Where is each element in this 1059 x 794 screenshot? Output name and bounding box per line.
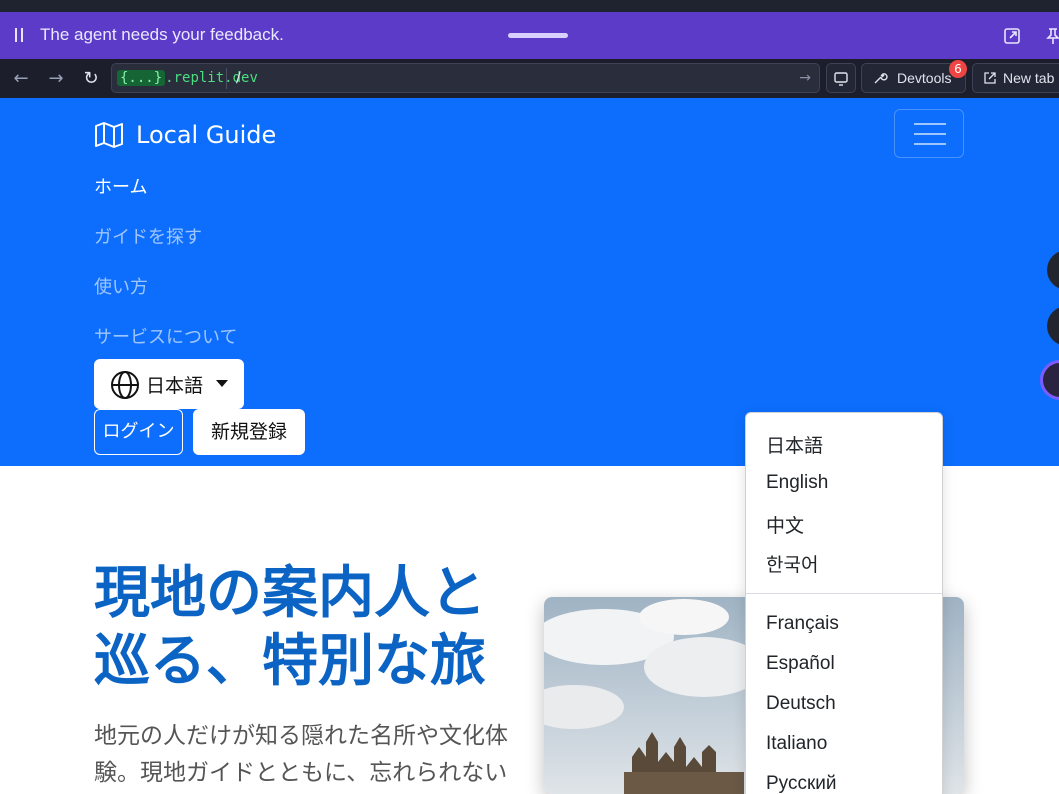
nav-home[interactable]: ホーム	[94, 173, 147, 199]
globe-icon	[111, 371, 139, 399]
lang-option-french[interactable]: Français	[766, 613, 839, 635]
lang-option-spanish[interactable]: Español	[766, 653, 835, 675]
navbar-toggler[interactable]	[894, 109, 964, 158]
wrench-icon	[874, 73, 888, 84]
lang-option-chinese[interactable]: 中文	[766, 511, 804, 538]
language-dropdown-menu: 日本語 English 中文 한국어 Français Español Deut…	[745, 412, 943, 794]
agent-feedback-banner: The agent needs your feedback.	[0, 12, 1059, 59]
hero-text-line2: 験。現地ガイドとともに、忘れられない旅の	[94, 760, 508, 786]
window-top-strip	[0, 0, 1059, 12]
dropdown-divider	[746, 593, 942, 594]
caret-down-icon	[216, 380, 228, 387]
devtools-count-badge: 6	[949, 60, 967, 78]
pin-icon[interactable]	[1043, 26, 1059, 46]
url-host-badge: {...}	[117, 70, 166, 86]
hero-description: 地元の人だけが知る隠れた名所や文化体 験。現地ガイドとともに、忘れられない旅の	[94, 718, 514, 794]
drag-handle[interactable]	[508, 33, 568, 38]
login-button[interactable]: ログイン	[94, 409, 183, 455]
agent-banner-message: The agent needs your feedback.	[40, 25, 284, 44]
site-navbar: Local Guide ホーム ガイドを探す 使い方 サービスについて 日本語 …	[0, 98, 1059, 466]
lang-option-italian[interactable]: Italiano	[766, 733, 827, 755]
open-external-icon[interactable]	[1002, 26, 1022, 46]
pause-icon[interactable]	[13, 28, 25, 44]
hero-title-line1: 現地の案内人と	[94, 561, 486, 626]
signup-button[interactable]: 新規登録	[193, 409, 305, 455]
new-tab-button[interactable]: New tab	[972, 63, 1059, 93]
external-link-icon	[984, 72, 996, 84]
lang-option-english[interactable]: English	[766, 472, 828, 494]
devtools-label: Devtools	[897, 70, 952, 86]
hero-title: 現地の案内人と 巡る、特別な旅	[94, 560, 514, 696]
brand-name: Local Guide	[136, 121, 277, 149]
url-path: /	[236, 70, 241, 86]
back-arrow-icon[interactable]: ←	[10, 68, 32, 90]
hero-text-line1: 地元の人だけが知る隠れた名所や文化体	[94, 723, 508, 749]
url-bar[interactable]: {...} .replit.dev / →	[111, 63, 820, 93]
browser-toolbar: ← → ↻ {...} .replit.dev / → Devtools New …	[0, 59, 1059, 98]
nav-about[interactable]: サービスについて	[94, 323, 237, 349]
nav-find-guides[interactable]: ガイドを探す	[94, 223, 202, 249]
lang-option-russian[interactable]: Русский	[766, 773, 837, 794]
lang-option-german[interactable]: Deutsch	[766, 693, 836, 715]
screen-button[interactable]	[826, 63, 856, 93]
language-dropdown-button[interactable]: 日本語	[94, 359, 244, 409]
brand-link[interactable]: Local Guide	[94, 120, 276, 150]
monitor-icon	[834, 72, 848, 86]
language-button-label: 日本語	[146, 375, 204, 397]
nav-how-it-works[interactable]: 使い方	[94, 273, 148, 299]
go-arrow-icon[interactable]: →	[799, 68, 811, 89]
url-separator	[226, 68, 227, 89]
url-host-domain: .replit.dev	[165, 70, 258, 86]
lang-option-japanese[interactable]: 日本語	[766, 431, 823, 458]
lang-option-korean[interactable]: 한국어	[766, 550, 818, 577]
forward-arrow-icon[interactable]: →	[45, 68, 67, 90]
hero-title-line2: 巡る、特別な旅	[94, 629, 486, 694]
new-tab-label: New tab	[1003, 70, 1055, 86]
reload-icon[interactable]: ↻	[80, 68, 102, 90]
map-icon	[95, 122, 123, 148]
